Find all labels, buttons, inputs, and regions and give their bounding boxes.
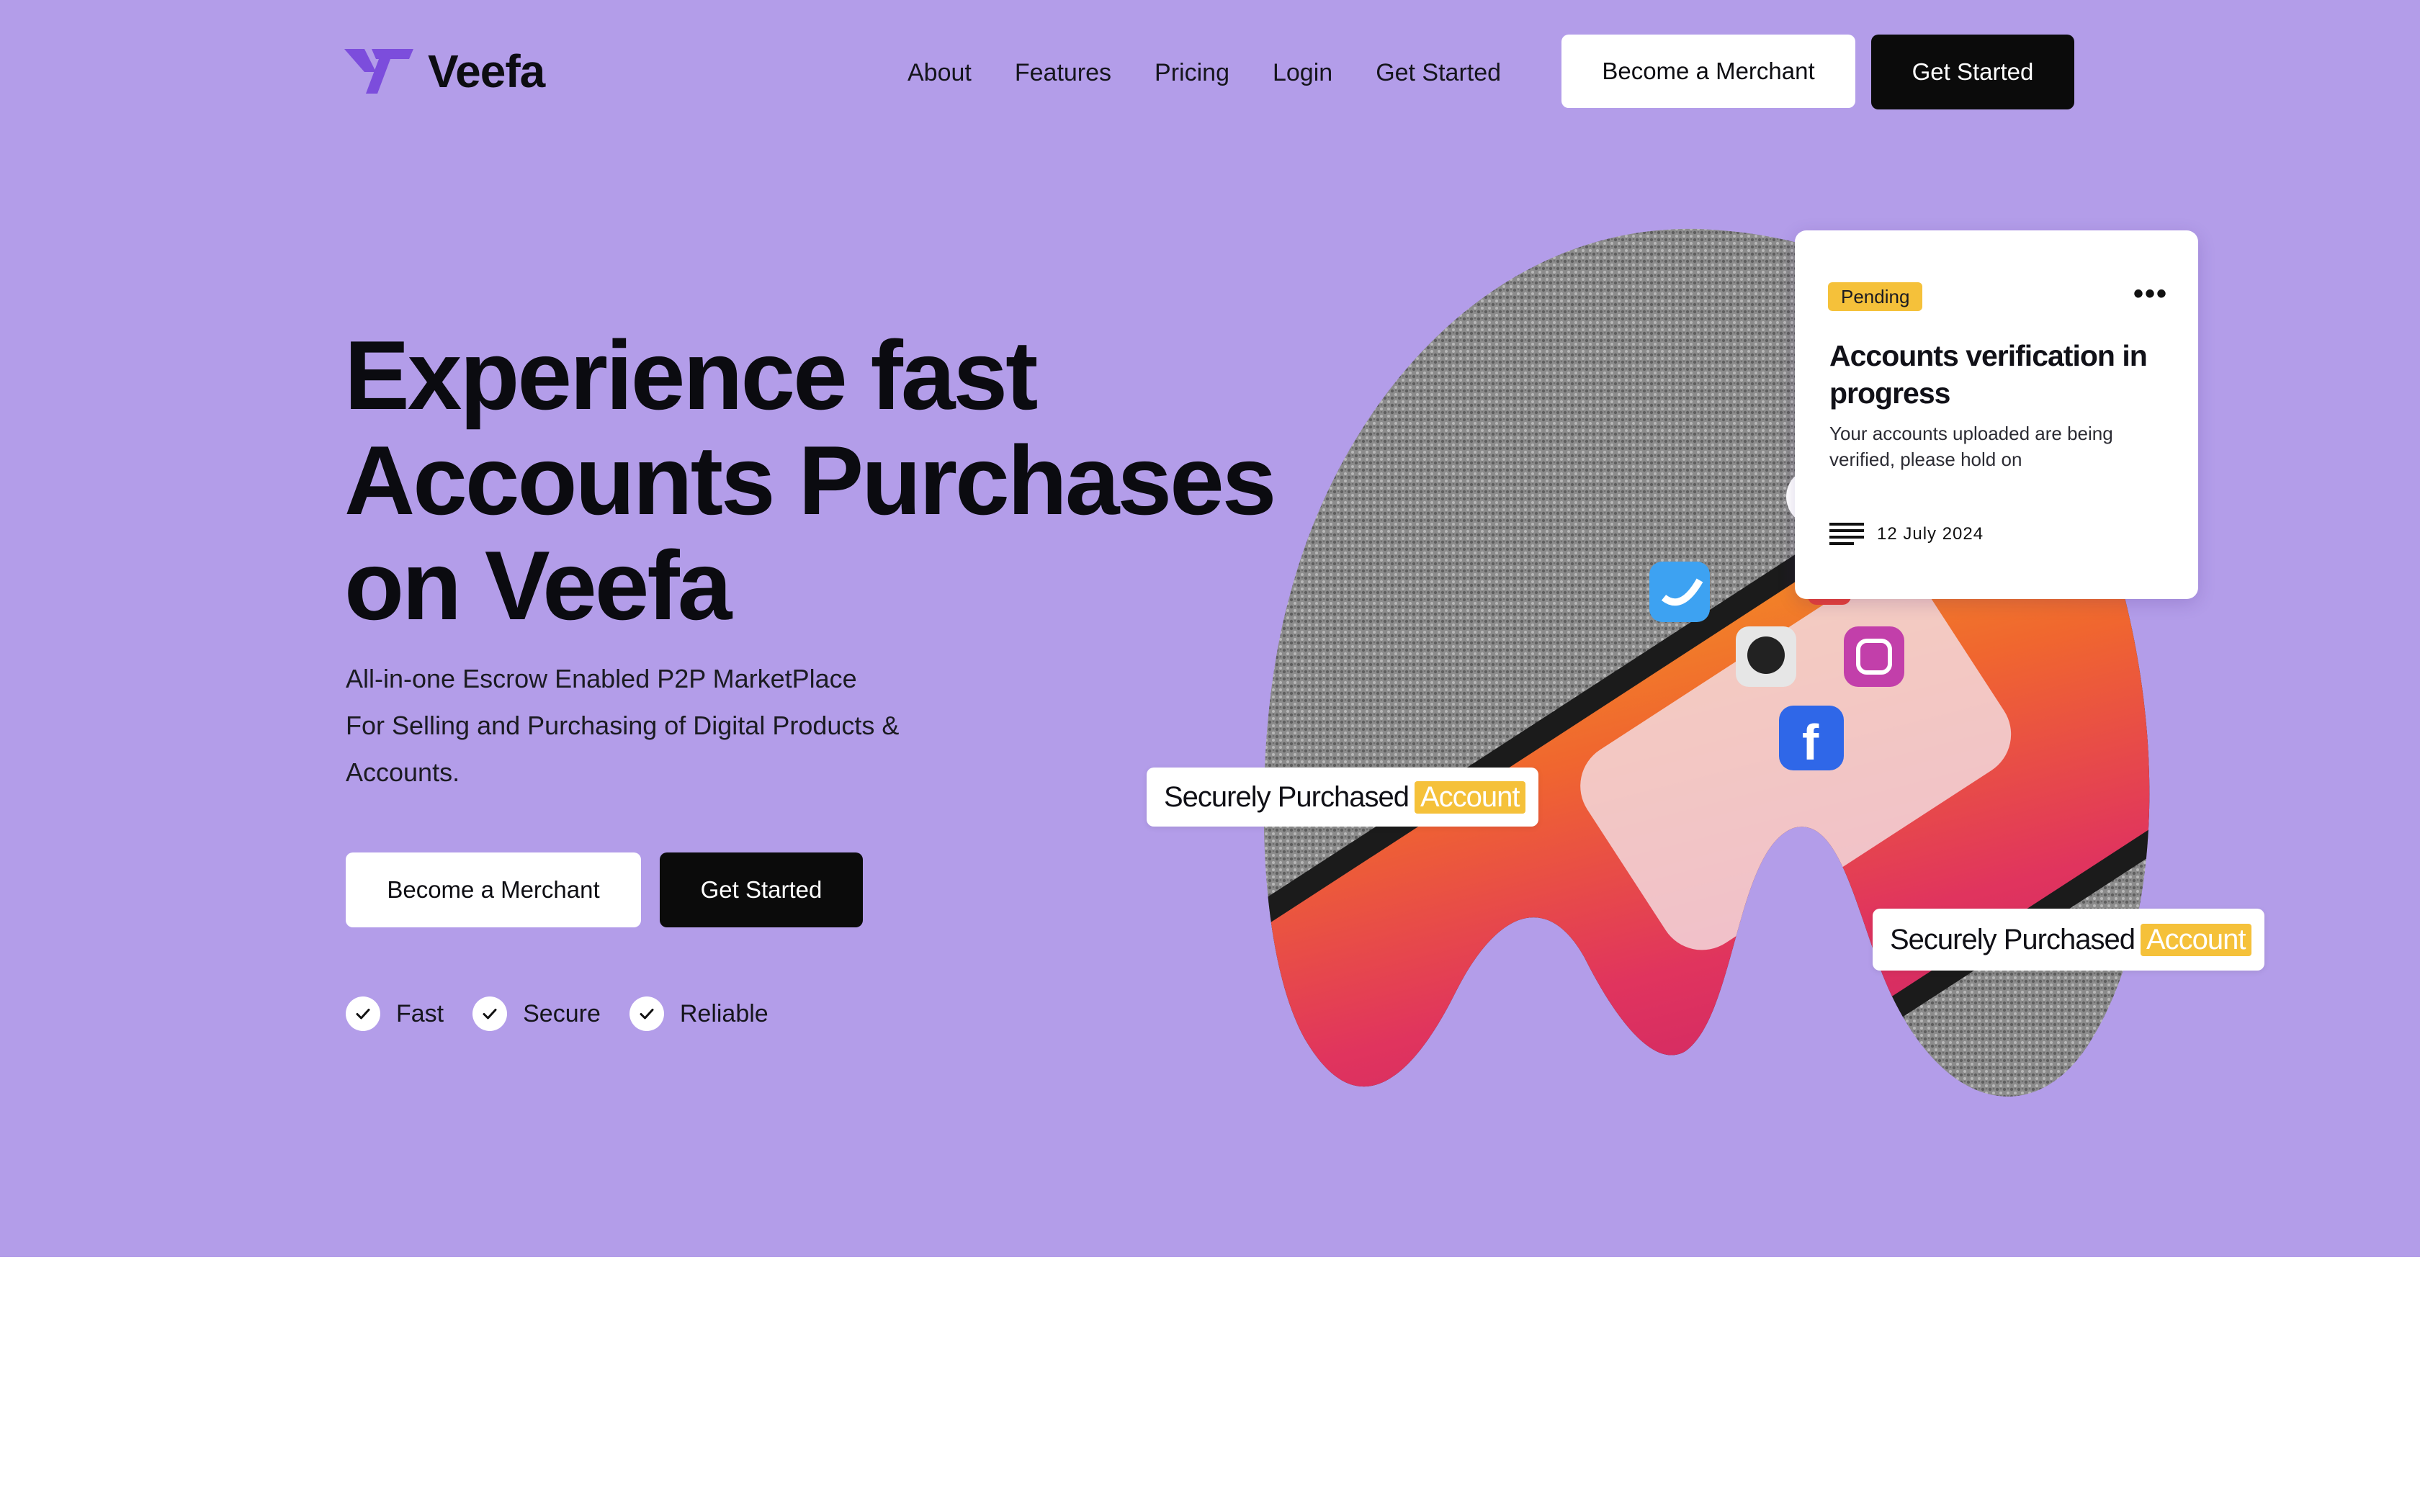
hero-headline: Experience fast Accounts Purchases on Ve… (344, 320, 1276, 640)
svg-text:f: f (1802, 714, 1819, 770)
subtext-line: All-in-one Escrow Enabled P2P MarketPlac… (346, 664, 857, 693)
brand-logo[interactable]: Veefa (344, 45, 545, 97)
feature-label: Reliable (679, 999, 768, 1027)
headline-line: Experience fast (344, 320, 1038, 430)
check-icon (472, 996, 508, 1031)
hero-subtext: All-in-one Escrow Enabled P2P MarketPlac… (346, 655, 994, 796)
nav-link-get-started[interactable]: Get Started (1376, 59, 1501, 87)
pill-highlight: Account (2140, 923, 2251, 956)
brand-name: Veefa (428, 45, 545, 97)
check-icon (346, 996, 380, 1031)
subtext-line: Accounts. (346, 757, 460, 787)
pill-text: Securely Purchased (1164, 780, 1410, 813)
nav-become-merchant-button[interactable]: Become a Merchant (1561, 35, 1855, 108)
feature-list: Fast Secure Reliable (346, 996, 797, 1031)
check-icon (629, 996, 664, 1031)
hero-section: Veefa About Features Pricing Login Get S… (0, 0, 2420, 1257)
veefa-logo-icon (344, 49, 413, 94)
nav-link-login[interactable]: Login (1273, 59, 1332, 87)
card-date: 12 July 2024 (1877, 524, 1984, 544)
feature-item: Reliable (629, 996, 768, 1031)
card-date-row: 12 July 2024 (1829, 521, 1984, 547)
feature-label: Secure (523, 999, 601, 1027)
feature-label: Fast (396, 999, 444, 1027)
pill-highlight: Account (1414, 780, 1525, 814)
hero-get-started-button[interactable]: Get Started (660, 852, 863, 927)
securely-purchased-pill: Securely Purchased Account (1147, 768, 1538, 827)
nav-link-features[interactable]: Features (1015, 59, 1111, 87)
headline-line: on Veefa (344, 531, 732, 640)
verification-status-card: Pending ••• Accounts verification in pro… (1795, 230, 2198, 599)
nav-get-started-button[interactable]: Get Started (1871, 35, 2074, 109)
headline-line: Accounts Purchases (344, 426, 1276, 535)
card-title: Accounts verification in progress (1829, 339, 2148, 410)
subtext-line: For Selling and Purchasing of Digital Pr… (346, 711, 900, 740)
lines-icon (1829, 523, 1864, 545)
feature-item: Fast (346, 996, 444, 1031)
pill-text: Securely Purchased (1890, 923, 2136, 955)
more-horizontal-icon[interactable]: ••• (2133, 278, 2168, 310)
top-nav: About Features Pricing Login Get Started (908, 50, 1501, 95)
feature-item: Secure (472, 996, 601, 1031)
status-badge: Pending (1828, 282, 1923, 311)
nav-link-about[interactable]: About (908, 59, 972, 87)
hero-become-merchant-button[interactable]: Become a Merchant (346, 852, 641, 927)
card-description: Your accounts uploaded are being verifie… (1829, 423, 2113, 470)
securely-purchased-pill: Securely Purchased Account (1873, 909, 2264, 971)
nav-link-pricing[interactable]: Pricing (1155, 59, 1229, 87)
